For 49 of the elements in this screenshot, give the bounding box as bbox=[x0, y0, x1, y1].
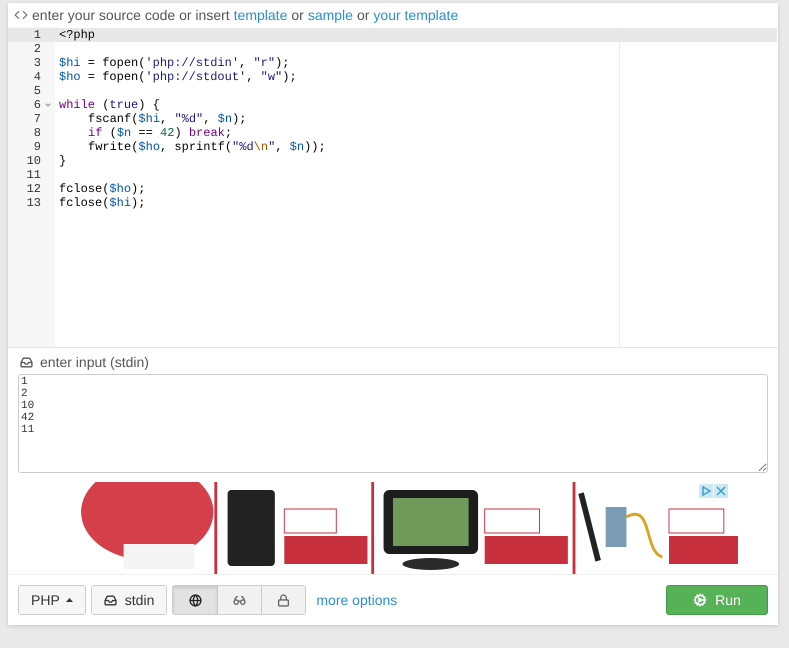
code-icon bbox=[14, 8, 28, 22]
ad-choices-icon[interactable] bbox=[699, 484, 713, 498]
code-line: } bbox=[59, 154, 66, 168]
line-number: 12 bbox=[26, 182, 41, 196]
code-line: fclose($hi); bbox=[59, 196, 146, 210]
line-number: 9 bbox=[34, 140, 41, 154]
stdin-field[interactable]: 1 2 10 42 11 bbox=[18, 374, 768, 473]
line-number: 7 bbox=[34, 112, 41, 126]
line-number: 6 bbox=[34, 98, 41, 112]
close-icon[interactable] bbox=[714, 484, 728, 498]
fold-icon[interactable] bbox=[44, 101, 52, 109]
run-button[interactable]: Run bbox=[666, 585, 768, 615]
code-line: $ho = fopen('php://stdout', "w"); bbox=[59, 70, 297, 84]
lock-icon bbox=[277, 594, 290, 606]
language-button[interactable]: PHP bbox=[18, 585, 86, 615]
stdin-button[interactable]: stdin bbox=[90, 585, 168, 615]
code-line: fwrite($ho, sprintf("%d\n", $n)); bbox=[88, 140, 326, 154]
line-number: 8 bbox=[34, 126, 41, 140]
line-number: 13 bbox=[26, 196, 41, 210]
stdin-label: enter input (stdin) bbox=[40, 352, 149, 372]
line-number: 10 bbox=[26, 154, 41, 168]
header-text: or bbox=[291, 6, 304, 24]
glasses-mode-button[interactable] bbox=[217, 586, 262, 614]
template-link[interactable]: your template bbox=[373, 4, 458, 26]
line-number: 4 bbox=[34, 70, 41, 84]
inbox-icon bbox=[104, 594, 117, 606]
code-line: while (true) { bbox=[59, 98, 160, 112]
code-line: <?php bbox=[59, 28, 96, 42]
code-line: fclose($ho); bbox=[59, 182, 146, 196]
line-number: 2 bbox=[34, 42, 41, 56]
gears-icon bbox=[693, 593, 708, 607]
line-number: 11 bbox=[26, 168, 41, 182]
code-line: fscanf($hi, "%d", $n); bbox=[88, 112, 246, 126]
code-line: $hi = fopen('php://stdin', "r"); bbox=[59, 56, 290, 70]
caret-icon bbox=[66, 598, 73, 602]
code-line: if ($n == 42) break; bbox=[88, 126, 232, 140]
template-link[interactable]: template bbox=[234, 4, 288, 26]
line-number: 5 bbox=[34, 84, 41, 98]
inbox-icon bbox=[20, 356, 33, 368]
lock-mode-button[interactable] bbox=[261, 586, 306, 614]
globe-mode-button[interactable] bbox=[173, 586, 218, 614]
line-number: 3 bbox=[34, 56, 41, 70]
header-text: or bbox=[356, 6, 370, 24]
glasses-icon bbox=[233, 594, 246, 606]
template-link[interactable]: sample bbox=[308, 4, 353, 26]
header-text: enter your source code or insert bbox=[32, 6, 230, 25]
globe-icon bbox=[188, 594, 202, 606]
line-number: 1 bbox=[34, 28, 41, 42]
more-options-link[interactable]: more options bbox=[316, 590, 398, 610]
